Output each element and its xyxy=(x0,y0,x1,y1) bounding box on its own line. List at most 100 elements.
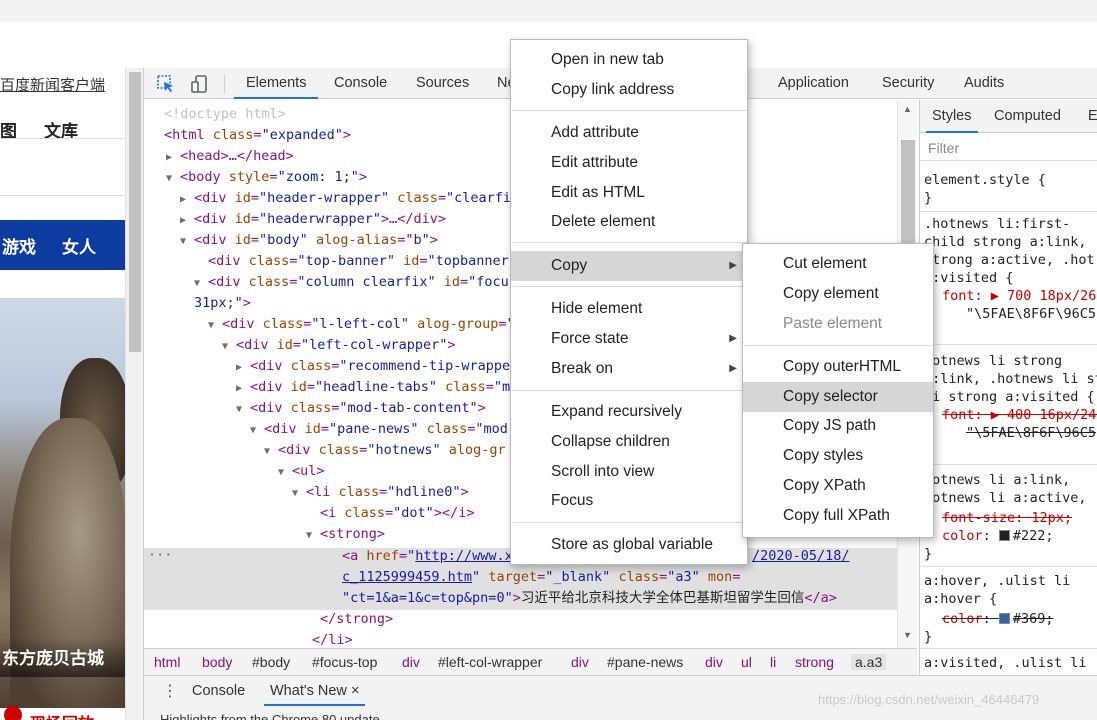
menu-delete-element[interactable]: Delete element xyxy=(511,207,747,237)
node-actions-ellipsis[interactable]: ··· xyxy=(148,545,172,566)
dom-close-li[interactable]: </li> xyxy=(312,630,353,648)
dom-node[interactable]: ▼ <div id="pane-news" class="mod xyxy=(250,419,508,440)
menu-edit-as-html[interactable]: Edit as HTML xyxy=(511,178,747,208)
nav-channel-women[interactable]: 女人 xyxy=(62,233,96,258)
scroll-down-arrow-icon[interactable]: ▼ xyxy=(903,630,912,640)
dom-node[interactable]: ▼ <div id="left-col-wrapper"> xyxy=(222,335,456,356)
style-declaration[interactable]: font: ▶ 700 18px/26p xyxy=(942,287,1097,305)
style-declaration[interactable]: color: #222; xyxy=(942,527,1054,545)
inspect-element-icon[interactable] xyxy=(156,74,176,94)
live-label[interactable]: 现场回放 xyxy=(30,710,94,720)
dom-node-strong[interactable]: ▼ <strong> xyxy=(306,524,385,545)
dom-close-strong[interactable]: </strong> xyxy=(320,609,393,630)
crumb-body[interactable]: body xyxy=(202,654,232,670)
crumb-ul[interactable]: ul xyxy=(741,654,752,670)
submenu-copy-selector[interactable]: Copy selector xyxy=(743,382,933,412)
style-rule-selector[interactable]: a:link, .hotnews li st xyxy=(924,370,1097,388)
dom-node[interactable]: ▶ <div id="headerwrapper">…</div> xyxy=(180,209,446,230)
menu-hide-element[interactable]: Hide element xyxy=(511,294,747,324)
tab-sources[interactable]: Sources xyxy=(416,68,469,99)
style-rule-selector[interactable]: strong a:active, .hot xyxy=(924,251,1095,269)
crumb-pane-news[interactable]: #pane-news xyxy=(607,654,683,670)
style-rule-selector[interactable]: hotnews li a:active, xyxy=(924,489,1087,507)
dom-node-ul[interactable]: ▼ <ul> xyxy=(278,461,325,482)
tab-elements[interactable]: Elements xyxy=(234,68,319,99)
selected-anchor-node[interactable]: <a href="http://www.x xyxy=(342,546,513,567)
dom-node[interactable]: ▶ <div class="recommend-tip-wrappe xyxy=(236,356,510,377)
dom-node[interactable]: ▼ <div id="body" alog-alias="b"> xyxy=(180,230,438,251)
menu-focus[interactable]: Focus xyxy=(511,486,747,516)
style-rule-selector[interactable]: a:hover, .ulist li xyxy=(924,572,1070,590)
crumb-html[interactable]: html xyxy=(154,654,180,670)
style-declaration-overridden[interactable]: font-size: 12px; xyxy=(942,509,1072,527)
selected-anchor-line2[interactable]: c_1125999459.htm" target="_blank" class=… xyxy=(342,567,740,588)
dom-node[interactable]: ▼ <div class="mod-tab-content"> xyxy=(236,398,486,419)
submenu-copy-styles[interactable]: Copy styles xyxy=(743,441,933,471)
style-rule-selector[interactable]: element.style { xyxy=(924,171,1046,189)
menu-edit-attribute[interactable]: Edit attribute xyxy=(511,148,747,178)
tab-computed[interactable]: Computed xyxy=(994,100,1061,133)
body-node[interactable]: ▼ <body style="zoom: 1;"> xyxy=(166,167,367,188)
style-rule-selector[interactable]: li strong a:visited { xyxy=(924,388,1095,406)
menu-copy-link-address[interactable]: Copy link address xyxy=(511,75,747,105)
crumb-strong[interactable]: strong xyxy=(795,654,834,670)
dom-node[interactable]: ▶ <div id="header-wrapper" class="clearfi xyxy=(180,188,511,209)
menu-break-on[interactable]: Break on ▶ xyxy=(511,354,747,384)
submenu-copy-outerhtml[interactable]: Copy outerHTML xyxy=(743,352,933,382)
menu-scroll-into-view[interactable]: Scroll into view xyxy=(511,457,747,487)
page-scrollbar-thumb[interactable] xyxy=(129,72,141,352)
html-node[interactable]: <html class="expanded"> xyxy=(164,125,351,146)
dom-node[interactable]: ▼ <div class="column clearfix" id="focu xyxy=(194,272,509,293)
tab-event-listeners[interactable]: Ev xyxy=(1088,100,1097,133)
submenu-copy-element[interactable]: Copy element xyxy=(743,279,933,309)
drawer-menu-icon[interactable]: ⋮ xyxy=(162,681,178,701)
elements-scrollbar-thumb[interactable] xyxy=(901,140,915,250)
submenu-copy-full-xpath[interactable]: Copy full XPath xyxy=(743,501,933,531)
style-declaration-overridden[interactable]: color: #369; xyxy=(942,610,1054,628)
page-scrollbar[interactable] xyxy=(125,68,143,720)
crumb-left-col-wrapper[interactable]: #left-col-wrapper xyxy=(438,654,542,670)
dom-node-i[interactable]: <i class="dot"></i> xyxy=(320,503,474,524)
hero-news-image[interactable]: 东方庞贝古城 xyxy=(0,298,125,708)
menu-add-attribute[interactable]: Add attribute xyxy=(511,118,747,148)
tab-application[interactable]: Application xyxy=(778,68,849,99)
dom-node[interactable]: ▼<div class="l-left-col" alog-group=" xyxy=(208,314,515,335)
crumb-div[interactable]: div xyxy=(571,654,589,670)
tab-audits[interactable]: Audits xyxy=(964,68,1004,99)
menu-force-state[interactable]: Force state ▶ xyxy=(511,324,747,354)
style-rule-selector[interactable]: a:visited, .ulist li xyxy=(924,654,1087,672)
menu-store-as-global-variable[interactable]: Store as global variable xyxy=(511,530,747,560)
selected-anchor-line3[interactable]: "ct=1&a=1&c=top&pn=0">习近平给北京科技大学全体巴基斯坦留学… xyxy=(342,588,837,609)
drawer-tab-console[interactable]: Console xyxy=(192,676,245,706)
close-icon[interactable]: × xyxy=(351,683,359,699)
styles-filter-input[interactable]: Filter xyxy=(920,134,1097,161)
dom-node[interactable]: ▼ <div class="hotnews" alog-gr xyxy=(264,440,506,461)
dom-node[interactable]: <div class="top-banner" id="topbanner xyxy=(208,251,509,272)
crumb-div[interactable]: div xyxy=(402,654,420,670)
crumb-focus-top[interactable]: #focus-top xyxy=(312,654,377,670)
drawer-tab-whats-new[interactable]: What's New × xyxy=(264,676,366,706)
crumb-li[interactable]: li xyxy=(770,654,776,670)
color-swatch[interactable] xyxy=(998,530,1010,541)
style-rule-selector[interactable]: hotnews li a:link, xyxy=(924,471,1070,489)
style-rule-selector[interactable]: a:hover { xyxy=(924,590,997,608)
tab-styles[interactable]: Styles xyxy=(926,100,978,133)
device-toolbar-icon[interactable] xyxy=(190,74,210,94)
tab-console[interactable]: Console xyxy=(334,68,387,99)
nav-channel-games[interactable]: 游戏 xyxy=(2,233,36,258)
menu-copy[interactable]: Copy ▶ xyxy=(511,251,747,281)
crumb-body-id[interactable]: #body xyxy=(252,654,290,670)
submenu-copy-js-path[interactable]: Copy JS path xyxy=(743,411,933,441)
style-rule-selector[interactable]: .hotnews li:first- xyxy=(924,215,1070,233)
menu-collapse-children[interactable]: Collapse children xyxy=(511,427,747,457)
dom-node[interactable]: ▶ <div id="headline-tabs" class="m xyxy=(236,377,510,398)
head-node[interactable]: ▶ <head>…</head> xyxy=(166,146,294,167)
style-rule-selector[interactable]: hotnews li strong xyxy=(924,352,1062,370)
client-download-link[interactable]: 百度新闻客户端 xyxy=(0,74,105,95)
scroll-up-arrow-icon[interactable]: ▲ xyxy=(903,104,912,114)
color-swatch[interactable] xyxy=(998,613,1010,624)
style-rule-selector[interactable]: a:visited { xyxy=(924,269,1013,287)
submenu-copy-xpath[interactable]: Copy XPath xyxy=(743,471,933,501)
menu-open-in-new-tab[interactable]: Open in new tab xyxy=(511,45,747,75)
submenu-cut-element[interactable]: Cut element xyxy=(743,249,933,279)
